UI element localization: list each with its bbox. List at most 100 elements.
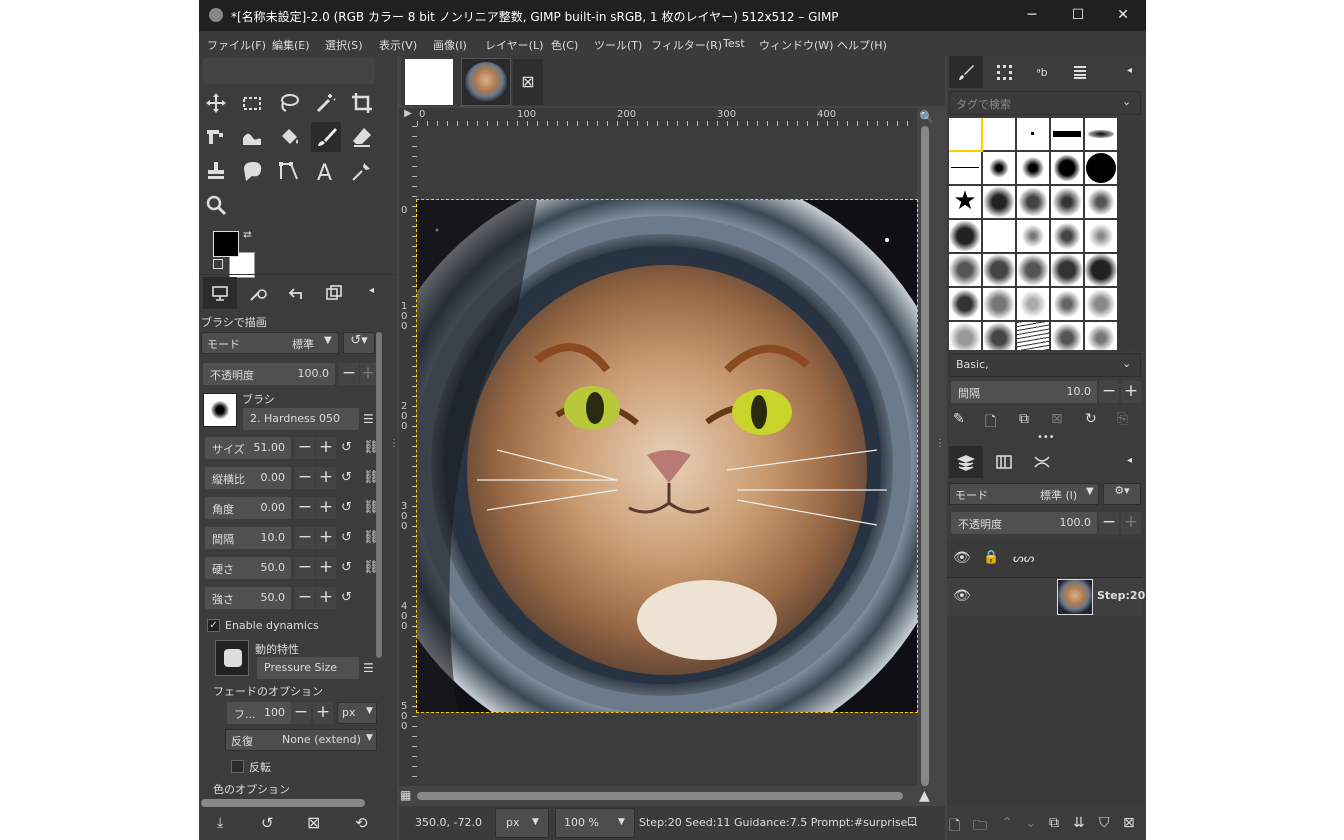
layer-opacity-field[interactable]: 不透明度 100.0 — [951, 512, 1097, 534]
brush-grid-scrollbar[interactable] — [1123, 118, 1139, 350]
layer-visibility-icon[interactable]: 👁 — [953, 588, 971, 604]
angle-field[interactable]: 角度 0.00 — [205, 497, 291, 519]
text-tool-icon[interactable]: A — [311, 156, 341, 186]
angle-reset-icon[interactable]: ↺ — [341, 500, 352, 515]
color-picker-icon[interactable] — [347, 156, 377, 186]
new-brush-icon[interactable]: 🗋 — [985, 411, 996, 435]
device-status-tab-icon[interactable] — [241, 277, 275, 309]
quick-mask-icon[interactable]: ▶ — [399, 108, 417, 126]
close-button[interactable]: ✕ — [1100, 0, 1146, 31]
mode-select[interactable]: モード 標準 ▼ — [201, 332, 339, 354]
hardness-minus-button[interactable]: − — [295, 557, 315, 579]
canvas-area[interactable] — [416, 126, 918, 786]
layers-panel-menu-icon[interactable]: ◂ — [1127, 455, 1132, 466]
cancel-operation-icon[interactable]: ⊡ — [907, 814, 917, 828]
brush-item[interactable] — [1017, 118, 1049, 150]
brush-item[interactable] — [1051, 254, 1083, 286]
layer-opacity-plus-button[interactable]: + — [1121, 512, 1141, 534]
delete-brush-icon[interactable]: ⊠ — [1051, 411, 1063, 427]
spacing-plus-button[interactable]: + — [316, 527, 336, 549]
brush-item[interactable] — [1051, 220, 1083, 252]
force-reset-icon[interactable]: ↺ — [341, 590, 352, 605]
save-options-icon[interactable]: ⤓ — [217, 815, 223, 831]
aspect-field[interactable]: 縦横比 0.00 — [205, 467, 291, 489]
force-minus-button[interactable]: − — [295, 587, 315, 609]
patterns-tab-icon[interactable] — [987, 56, 1021, 88]
brush-spacing-minus-button[interactable]: − — [1099, 381, 1119, 403]
hardness-field[interactable]: 硬さ 50.0 — [205, 557, 291, 579]
dock-separator-handle[interactable]: ••• — [1037, 432, 1055, 443]
image-tab-blank[interactable] — [405, 59, 453, 105]
menu-image[interactable]: 画像(I) — [433, 37, 467, 53]
refresh-brushes-icon[interactable]: ↻ — [1085, 411, 1097, 427]
fade-plus-button[interactable]: + — [313, 702, 333, 724]
brush-item[interactable] — [1051, 288, 1083, 320]
brush-name-field[interactable]: 2. Hardness 050 — [243, 408, 359, 430]
menu-help[interactable]: ヘルプ(H) — [837, 37, 887, 53]
opacity-plus-button[interactable]: + — [360, 363, 376, 385]
brush-item[interactable] — [1017, 220, 1049, 252]
brush-item[interactable] — [949, 254, 981, 286]
tag-search-input[interactable]: タグで検索 ⌄ — [949, 91, 1141, 115]
menu-windows[interactable]: ウィンドウ(W) — [759, 37, 833, 53]
layer-mask-icon[interactable]: ⛉ — [1099, 815, 1110, 831]
size-minus-button[interactable]: − — [295, 437, 315, 459]
vertical-ruler[interactable]: 0 100 200 300 400 500 — [399, 126, 417, 786]
canvas-vscrollbar[interactable] — [921, 126, 929, 786]
force-field[interactable]: 強さ 50.0 — [205, 587, 291, 609]
foreground-color-swatch[interactable] — [213, 231, 239, 257]
brush-item[interactable] — [1051, 186, 1083, 218]
brush-item[interactable] — [1085, 220, 1117, 252]
layer-mode-select[interactable]: モード 標準 (l) ▼ — [949, 483, 1099, 505]
crop-icon[interactable] — [347, 88, 377, 118]
brush-item[interactable] — [949, 220, 981, 252]
channels-tab-icon[interactable] — [987, 446, 1021, 478]
brush-item[interactable] — [1017, 254, 1049, 286]
brush-preview[interactable] — [203, 393, 237, 427]
default-colors-icon[interactable] — [213, 259, 223, 269]
menu-layer[interactable]: レイヤー(L) — [485, 37, 543, 53]
angle-minus-button[interactable]: − — [295, 497, 315, 519]
brush-item[interactable] — [1051, 152, 1083, 184]
fuzzy-select-icon[interactable] — [311, 88, 341, 118]
brush-item[interactable] — [983, 288, 1015, 320]
brush-item[interactable] — [1085, 254, 1117, 286]
reverse-checkbox[interactable] — [231, 760, 244, 773]
brush-item[interactable] — [1085, 288, 1117, 320]
duplicate-brush-icon[interactable]: ⧉ — [1019, 411, 1029, 427]
menu-file[interactable]: ファイル(F) — [207, 37, 266, 53]
enable-dynamics-checkbox[interactable]: ✓ — [207, 619, 220, 632]
brush-item[interactable] — [949, 288, 981, 320]
lasso-icon[interactable] — [274, 88, 304, 118]
spacing-field[interactable]: 間隔 10.0 — [205, 527, 291, 549]
brush-spacing-field[interactable]: 間隔 10.0 — [951, 381, 1097, 403]
fonts-tab-icon[interactable]: ᵃb — [1025, 56, 1059, 88]
fade-length-field[interactable]: フ... 100 — [227, 702, 291, 724]
paths-icon[interactable] — [274, 156, 304, 186]
merge-layer-icon[interactable]: ⇊ — [1073, 815, 1085, 831]
close-image-tab-icon[interactable]: ⊠ — [513, 59, 543, 105]
brush-item[interactable] — [983, 118, 1015, 150]
brush-item[interactable] — [983, 220, 1015, 252]
tool-options-scrollbar[interactable] — [376, 332, 382, 658]
brushes-panel-menu-icon[interactable]: ◂ — [1127, 65, 1132, 76]
brush-item[interactable] — [983, 322, 1015, 350]
dock-handle-left[interactable]: ⋮ — [389, 438, 399, 449]
brush-item[interactable] — [949, 118, 983, 152]
mode-reset-icon[interactable]: ↺▾ — [343, 332, 375, 354]
layer-row[interactable]: 👁 Step:20 S — [947, 578, 1146, 616]
duplicate-layer-icon[interactable]: ⧉ — [1049, 815, 1059, 831]
unified-transform-icon[interactable] — [201, 122, 231, 152]
aspect-reset-icon[interactable]: ↺ — [341, 470, 352, 485]
zoom-tool-icon[interactable] — [201, 190, 231, 220]
brush-item[interactable] — [1017, 288, 1049, 320]
edit-brush-icon[interactable]: ☰ — [363, 412, 374, 426]
brush-item[interactable]: ★ — [949, 186, 981, 218]
brush-preset-select[interactable]: Basic, ⌄ — [949, 353, 1141, 377]
clone-icon[interactable] — [201, 156, 231, 186]
brush-item[interactable] — [949, 152, 981, 184]
swap-colors-icon[interactable]: ⮂ — [243, 228, 252, 242]
dynamics-preview-icon[interactable] — [215, 640, 249, 676]
canvas-hscrollbar[interactable] — [417, 792, 903, 800]
move-tool-icon[interactable] — [201, 88, 231, 118]
